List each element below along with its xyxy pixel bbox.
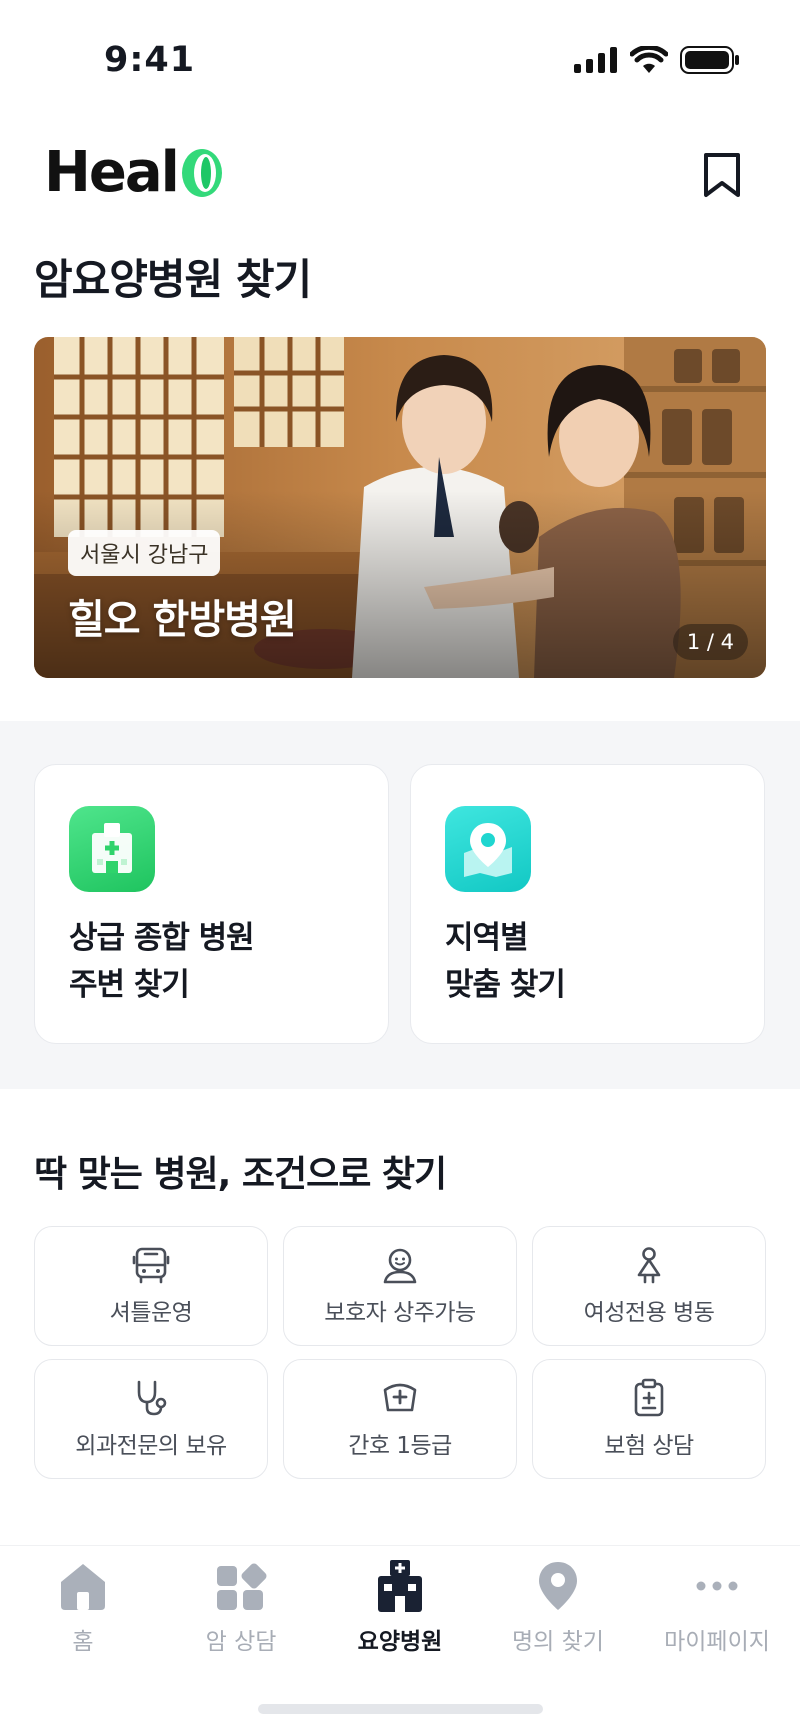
conditions-grid: 셔틀운영 보호자 상주가능 여성전용 병동 외과전문의 보유 간호 1등급 보험… bbox=[34, 1226, 766, 1479]
condition-label: 외과전문의 보유 bbox=[75, 1433, 227, 1459]
tab-label: 명의 찾기 bbox=[512, 1629, 604, 1655]
more-icon bbox=[696, 1581, 738, 1591]
grid-icon bbox=[217, 1563, 267, 1610]
quick-find-section: 상급 종합 병원 주변 찾기 지역별 맞춤 찾기 bbox=[0, 721, 800, 1089]
tab-mypage[interactable]: 마이페이지 bbox=[637, 1558, 797, 1668]
quick-card-regional[interactable]: 지역별 맞춤 찾기 bbox=[410, 764, 765, 1044]
quick-card-label: 상급 종합 병원 주변 찾기 bbox=[69, 920, 255, 1003]
bus-icon bbox=[132, 1247, 170, 1284]
app-header: Heal bbox=[0, 140, 800, 210]
page-title: 암요양병원 찾기 bbox=[34, 255, 312, 304]
home-icon bbox=[61, 1564, 105, 1610]
nurse-cap-icon bbox=[383, 1383, 417, 1412]
stethoscope-icon bbox=[137, 1380, 167, 1416]
signal-icon bbox=[574, 47, 617, 73]
status-time: 9:41 bbox=[104, 40, 196, 80]
condition-surgeon[interactable]: 외과전문의 보유 bbox=[34, 1359, 268, 1479]
tab-label: 홈 bbox=[72, 1629, 94, 1655]
condition-women-ward[interactable]: 여성전용 병동 bbox=[532, 1226, 766, 1346]
logo-mark-icon bbox=[181, 148, 222, 197]
home-indicator[interactable] bbox=[258, 1704, 543, 1714]
condition-label: 셔틀운영 bbox=[109, 1300, 193, 1326]
hospital-banner[interactable]: 서울시 강남구 힐오 한방병원 1 / 4 bbox=[34, 337, 766, 678]
quick-card-label: 지역별 맞춤 찾기 bbox=[445, 920, 566, 1003]
banner-location-badge: 서울시 강남구 bbox=[68, 530, 221, 576]
tab-home[interactable]: 홈 bbox=[3, 1558, 163, 1668]
hospital-icon bbox=[378, 1560, 422, 1612]
status-icons bbox=[574, 46, 740, 74]
tab-label: 요양병원 bbox=[357, 1629, 443, 1655]
woman-icon bbox=[637, 1247, 661, 1284]
quick-card-tertiary-hospital[interactable]: 상급 종합 병원 주변 찾기 bbox=[34, 764, 389, 1044]
clipboard-icon bbox=[634, 1378, 664, 1417]
condition-label: 간호 1등급 bbox=[348, 1433, 452, 1459]
location-icon bbox=[539, 1562, 577, 1610]
tab-label: 암 상담 bbox=[205, 1629, 277, 1655]
tab-care-hospital[interactable]: 요양병원 bbox=[320, 1558, 480, 1668]
tab-label: 마이페이지 bbox=[664, 1629, 770, 1655]
banner-hospital-name: 힐오 한방병원 bbox=[68, 597, 297, 643]
banner-pager: 1 / 4 bbox=[672, 624, 748, 660]
condition-insurance[interactable]: 보험 상담 bbox=[532, 1359, 766, 1479]
conditions-title: 딱 맞는 병원, 조건으로 찾기 bbox=[34, 1154, 447, 1195]
logo-text: Heal bbox=[44, 140, 180, 205]
guardian-icon bbox=[383, 1248, 417, 1284]
tab-cancer-consult[interactable]: 암 상담 bbox=[161, 1558, 321, 1668]
condition-guardian[interactable]: 보호자 상주가능 bbox=[283, 1226, 517, 1346]
condition-label: 여성전용 병동 bbox=[583, 1300, 715, 1326]
condition-shuttle[interactable]: 셔틀운영 bbox=[34, 1226, 268, 1346]
app-logo[interactable]: Heal bbox=[44, 140, 226, 205]
bookmark-icon[interactable] bbox=[702, 152, 742, 198]
wifi-icon bbox=[630, 46, 668, 73]
condition-label: 보험 상담 bbox=[604, 1433, 694, 1459]
tab-find-doctor[interactable]: 명의 찾기 bbox=[478, 1558, 638, 1668]
hospital-icon bbox=[69, 806, 155, 892]
condition-label: 보호자 상주가능 bbox=[324, 1300, 476, 1326]
condition-nursing-grade[interactable]: 간호 1등급 bbox=[283, 1359, 517, 1479]
map-pin-icon bbox=[445, 806, 531, 892]
status-bar: 9:41 bbox=[0, 0, 800, 120]
battery-icon bbox=[680, 46, 739, 74]
